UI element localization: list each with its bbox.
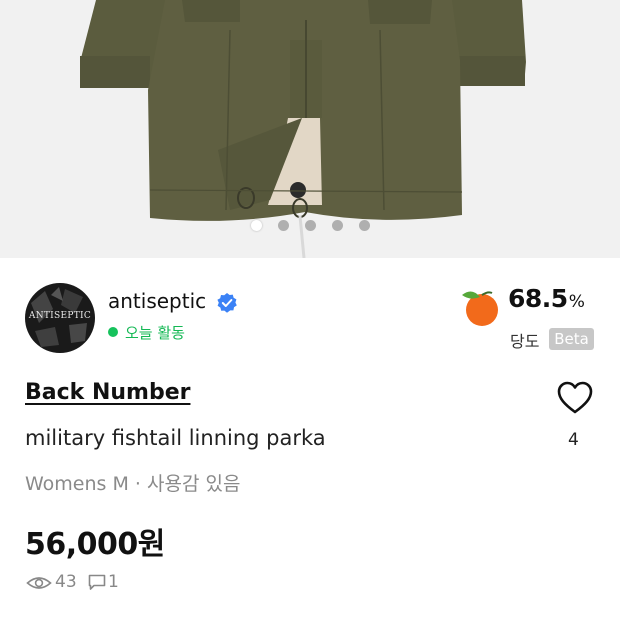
- heart-icon[interactable]: [556, 380, 594, 416]
- score-value: 68.5: [508, 284, 568, 313]
- beta-badge: Beta: [549, 328, 594, 350]
- brand-link[interactable]: Back Number: [25, 380, 190, 405]
- sweetness-score: 68.5%: [508, 284, 585, 313]
- like-count: 4: [568, 430, 579, 450]
- online-status-dot: [108, 327, 118, 337]
- carousel-dot[interactable]: [250, 220, 262, 231]
- product-photo[interactable]: [0, 0, 620, 258]
- seller-name[interactable]: antiseptic: [108, 289, 206, 313]
- avatar-logo-text: ANTISEPTIC: [28, 311, 92, 321]
- product-title: military fishtail linning parka: [25, 426, 326, 450]
- carousel-dot[interactable]: [358, 220, 370, 231]
- eye-icon: [26, 577, 52, 589]
- verified-badge-icon: [217, 293, 237, 313]
- peach-icon: [462, 291, 498, 326]
- product-meta: Womens M · 사용감 있음: [25, 473, 241, 495]
- seller-activity-status: 오늘 활동: [125, 324, 185, 342]
- view-count: 43: [55, 572, 77, 592]
- seller-avatar[interactable]: ANTISEPTIC: [25, 283, 95, 353]
- carousel-dot[interactable]: [277, 220, 289, 231]
- score-label: 당도: [510, 332, 540, 351]
- carousel-dot[interactable]: [331, 220, 343, 231]
- score-unit: %: [568, 292, 585, 312]
- carousel-dots: [0, 220, 620, 234]
- comment-icon: [88, 574, 106, 590]
- product-price: 56,000원: [25, 527, 165, 562]
- carousel-dot[interactable]: [304, 220, 316, 231]
- comment-count: 1: [108, 572, 119, 592]
